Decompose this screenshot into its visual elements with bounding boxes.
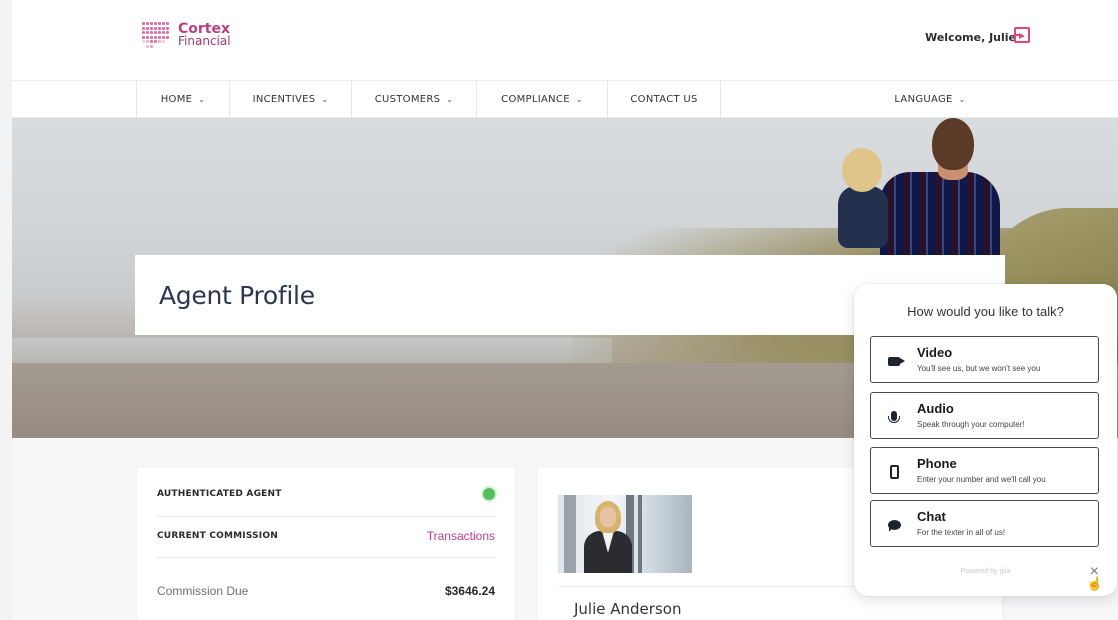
option-label: Chat: [917, 509, 946, 524]
logout-icon[interactable]: [1014, 27, 1030, 43]
commission-due-label: Commission Due: [157, 584, 249, 598]
chevron-down-icon: ⌄: [958, 95, 966, 104]
nav-item-customers[interactable]: CUSTOMERS ⌄: [351, 81, 476, 118]
status-online-icon: [483, 488, 495, 500]
chevron-down-icon: ⌄: [446, 95, 454, 104]
video-camera-icon: [885, 352, 905, 370]
nav-item-label: CONTACT US: [630, 94, 698, 105]
main-nav: HOME ⌄ INCENTIVES ⌄ CUSTOMERS ⌄ COMPLIANCE ⌄…: [12, 80, 1118, 118]
option-label: Phone: [917, 456, 957, 471]
agent-name: Julie Anderson: [574, 600, 682, 618]
page-title: Agent Profile: [159, 281, 315, 310]
welcome-text: Welcome, Julie: [925, 31, 1016, 44]
commission-label: CURRENT COMMISSION: [157, 531, 278, 541]
chevron-down-icon: ⌄: [321, 95, 329, 104]
nav-divider: [720, 81, 721, 118]
commission-row: CURRENT COMMISSION Transactions: [157, 529, 495, 543]
site-header: Cortex Financial Welcome, Julie: [12, 0, 1118, 80]
agent-photo: [558, 495, 692, 573]
option-description: Enter your number and we'll call you: [917, 475, 1046, 484]
option-description: Speak through your computer!: [917, 420, 1025, 429]
transactions-link[interactable]: Transactions: [427, 529, 495, 543]
audio-option-button[interactable]: Audio Speak through your computer!: [870, 392, 1099, 439]
language-label: LANGUAGE: [894, 94, 953, 105]
page-frame: Cortex Financial Welcome, Julie HOME ⌄ IN…: [12, 0, 1118, 620]
nav-item-label: COMPLIANCE: [501, 94, 570, 105]
option-label: Video: [917, 345, 953, 360]
contact-options-widget: How would you like to talk? Video You'll…: [854, 284, 1117, 596]
nav-item-compliance[interactable]: COMPLIANCE ⌄: [476, 81, 607, 118]
logo-dots-icon: [142, 22, 170, 48]
option-description: For the texter in all of us!: [917, 528, 1006, 537]
language-selector[interactable]: LANGUAGE ⌄: [870, 81, 990, 118]
chevron-down-icon: ⌄: [575, 95, 583, 104]
nav-item-contact-us[interactable]: CONTACT US: [607, 81, 720, 118]
hero-photo-child: [838, 186, 888, 248]
video-option-button[interactable]: Video You'll see us, but we won't see yo…: [870, 336, 1099, 383]
nav-item-home[interactable]: HOME ⌄: [136, 81, 229, 118]
authenticated-row: AUTHENTICATED AGENT: [157, 488, 495, 500]
cortex-financial-logo[interactable]: Cortex Financial: [142, 22, 231, 48]
chat-bubble-icon: [885, 516, 903, 534]
authenticated-label: AUTHENTICATED AGENT: [157, 489, 282, 499]
hero-photo-father: [880, 172, 1000, 262]
nav-item-incentives[interactable]: INCENTIVES ⌄: [229, 81, 351, 118]
agent-status-card: AUTHENTICATED AGENT CURRENT COMMISSION T…: [137, 468, 515, 620]
option-description: You'll see us, but we won't see you: [917, 364, 1041, 373]
commission-due-row: Commission Due $3646.24: [157, 584, 495, 598]
nav-item-label: HOME: [160, 94, 193, 105]
logo-subname: Financial: [178, 34, 231, 48]
chat-option-button[interactable]: Chat For the texter in all of us!: [870, 500, 1099, 547]
mobile-phone-icon: [885, 463, 903, 481]
chevron-down-icon: ⌄: [198, 95, 206, 104]
powered-by-glia: Powered by glia: [960, 568, 1011, 575]
widget-title: How would you like to talk?: [907, 304, 1064, 319]
option-label: Audio: [917, 401, 954, 416]
microphone-icon: [885, 408, 903, 426]
phone-option-button[interactable]: Phone Enter your number and we'll call y…: [870, 447, 1099, 494]
pointer-cursor-icon: ☝: [1086, 576, 1103, 591]
nav-item-label: INCENTIVES: [252, 94, 316, 105]
nav-item-label: CUSTOMERS: [374, 94, 441, 105]
commission-due-value: $3646.24: [444, 584, 495, 598]
